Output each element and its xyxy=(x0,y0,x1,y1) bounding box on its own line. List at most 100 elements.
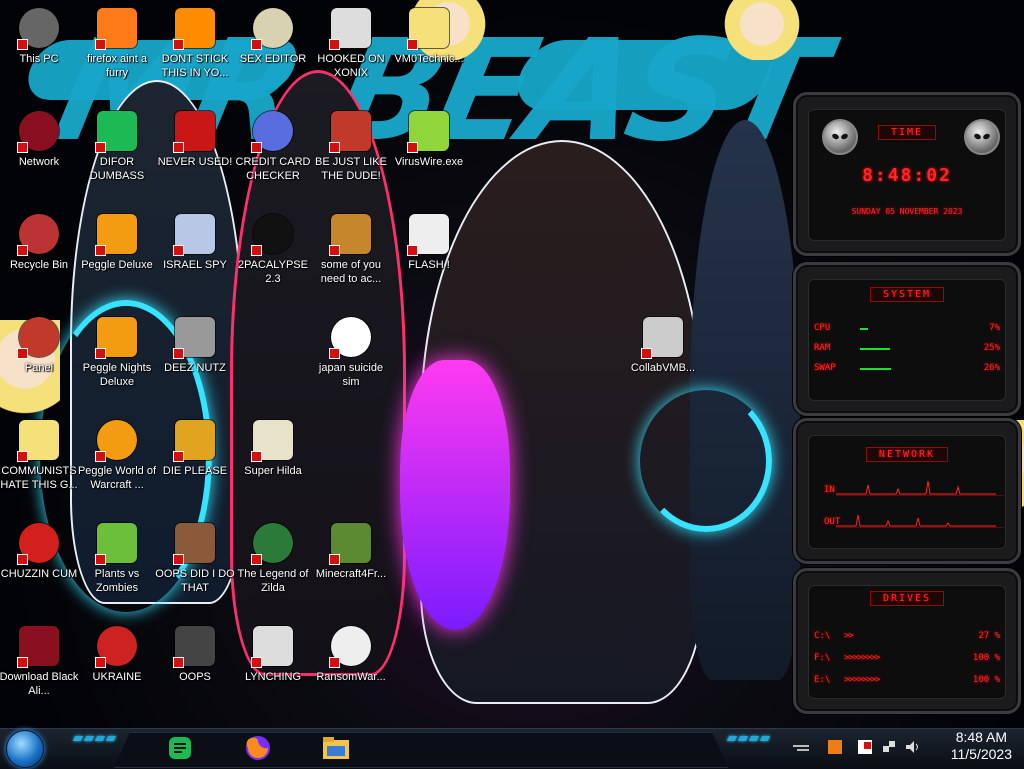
network-globe-icon xyxy=(17,111,59,153)
desktop-icon[interactable]: Panel xyxy=(0,309,78,405)
firefox-glyph xyxy=(246,736,270,760)
desktop-icon[interactable]: Recycle Bin xyxy=(0,206,78,302)
lime-icon xyxy=(407,111,449,153)
desktop-icon[interactable]: OOPS xyxy=(156,618,234,714)
volume-icon[interactable] xyxy=(904,738,922,756)
de-icon xyxy=(173,420,215,462)
gadget-title: SYSTEM xyxy=(869,287,945,302)
desktop-icon-label: some of you need to ac... xyxy=(320,259,382,285)
update-icon[interactable] xyxy=(826,738,844,756)
network-icon[interactable] xyxy=(880,738,898,756)
desktop-icon-label: Recycle Bin xyxy=(9,259,69,271)
meter-label: RAM xyxy=(814,343,831,353)
messenger-app-icon[interactable] xyxy=(162,731,198,765)
shortcut-arrow-icon xyxy=(641,348,652,359)
desktop-icon-label: The Legend of Zilda xyxy=(237,568,309,594)
desktop-icon[interactable]: HOOKED ON XONIX xyxy=(312,0,390,96)
desktop-icon-label: COMMUNISTS HATE THIS G... xyxy=(0,465,78,491)
desktop-icon[interactable]: ISRAEL SPY xyxy=(156,206,234,302)
drives-gadget[interactable]: DRIVES C:\ >> 27 % F:\ >>>>>>>> 100 % E:\ >>>>>… xyxy=(793,568,1021,714)
drive-value: 100 % xyxy=(972,653,1000,663)
desktop-icon[interactable]: VirusWire.exe xyxy=(390,103,468,199)
desktop-icon-label: japan suicide sim xyxy=(318,362,384,388)
gadget-clock: 8:48:02 xyxy=(862,165,952,186)
terminal-icon xyxy=(251,214,293,256)
desktop-icon[interactable]: Plants vs Zombies xyxy=(78,515,156,611)
desktop-icon[interactable]: DIFOR DUMBASS xyxy=(78,103,156,199)
desktop-icon[interactable]: Peggle Deluxe xyxy=(78,206,156,302)
desktop-icon[interactable]: CHUZZIN CUM xyxy=(0,515,78,611)
desktop-icon[interactable]: BE JUST LIKE THE DUDE! xyxy=(312,103,390,199)
desktop-icon[interactable]: Network xyxy=(0,103,78,199)
skull-icon xyxy=(329,626,371,668)
desktop-icon[interactable]: DIE PLEASE xyxy=(156,412,234,508)
desktop-icon-label: BE JUST LIKE THE DUDE! xyxy=(315,156,387,182)
desktop-icon[interactable]: DONT STICK THIS IN YO... xyxy=(156,0,234,96)
desktop-icon-label: CHUZZIN CUM xyxy=(0,568,78,580)
taskbar-decoration xyxy=(726,736,771,744)
taskbar-clock[interactable]: 8:48 AM 11/5/2023 xyxy=(951,729,1012,763)
star-character-icon xyxy=(407,8,449,50)
system-gadget[interactable]: SYSTEM CPU 7% RAM 25% SWAP 26% xyxy=(793,262,1021,416)
desktop-icon[interactable]: SEX EDITOR xyxy=(234,0,312,96)
desktop-icon[interactable]: Minecraft4Fr... xyxy=(312,515,390,611)
desktop-icon[interactable]: CREDIT CARD CHECKER xyxy=(234,103,312,199)
time-gadget[interactable]: TIME 8:48:02 SUNDAY 05 NOVEMBER 2023 xyxy=(793,92,1021,256)
desktop-icon[interactable]: COMMUNISTS HATE THIS G... xyxy=(0,412,78,508)
shortcut-arrow-icon xyxy=(17,451,28,462)
file-explorer-glyph xyxy=(323,737,349,759)
flag-icon[interactable] xyxy=(856,738,874,756)
start-button[interactable] xyxy=(6,730,44,768)
desktop-icon[interactable]: Peggle World of Warcraft ... xyxy=(78,412,156,508)
desktop-icon[interactable]: Peggle Nights Deluxe xyxy=(78,309,156,405)
desktop-icon[interactable]: FLASH ! xyxy=(390,206,468,302)
star-butterfly-icon xyxy=(17,420,59,462)
desktop-icon[interactable]: Super Hilda xyxy=(234,412,312,508)
desktop-icon[interactable]: some of you need to ac... xyxy=(312,206,390,302)
meter-value: 7% xyxy=(989,323,1000,333)
network-gadget[interactable]: NETWORK IN OUT xyxy=(793,418,1021,564)
desktop-icon-label: DEEZ NUTZ xyxy=(164,362,226,374)
desktop-icon[interactable]: RansomWar... xyxy=(312,618,390,714)
gadget-title: NETWORK xyxy=(865,447,949,462)
desktop-icon[interactable]: VM0Technic... xyxy=(390,0,468,96)
desktop-icon[interactable]: japan suicide sim xyxy=(312,309,390,405)
shortcut-arrow-icon xyxy=(17,554,28,565)
desktop-icon[interactable]: OOPS DID I DO THAT xyxy=(155,515,235,611)
santa-icon xyxy=(329,111,371,153)
desktop-icon[interactable]: This PC xyxy=(0,0,78,96)
collabvm-icon xyxy=(641,317,683,359)
desktop-icon-label: OOPS DID I DO THAT xyxy=(155,568,235,594)
shortcut-arrow-icon xyxy=(95,348,106,359)
dog-icon xyxy=(329,214,371,256)
vlc-cone-icon xyxy=(173,8,215,50)
oops-icon xyxy=(173,626,215,668)
desktop-icon[interactable]: CollabVMB... xyxy=(624,309,702,405)
desktop-icon[interactable]: LYNCHING xyxy=(234,618,312,714)
system-meter-row: RAM 25% xyxy=(814,343,1000,357)
desktop-icon-label: FLASH ! xyxy=(408,259,450,271)
desktop-icon-label: DIFOR DUMBASS xyxy=(89,156,145,182)
zelda-icon xyxy=(251,523,293,565)
shortcut-arrow-icon xyxy=(173,245,184,256)
desktop-icon[interactable]: Download Black Ali... xyxy=(0,618,78,714)
show-hidden-icons[interactable] xyxy=(792,738,810,756)
file-explorer-icon[interactable] xyxy=(318,731,354,765)
shortcut-arrow-icon xyxy=(329,142,340,153)
shortcut-arrow-icon xyxy=(95,142,106,153)
desktop-icon[interactable]: DEEZ NUTZ xyxy=(156,309,234,405)
desktop-icon[interactable]: 2PACALYPSE 2.3 xyxy=(234,206,312,302)
desktop-icon[interactable]: NEVER USED! xyxy=(156,103,234,199)
firefox-icon[interactable] xyxy=(240,731,276,765)
document-icon xyxy=(329,317,371,359)
desktop-icon[interactable]: UKRAINE xyxy=(78,618,156,714)
desktop-icon-label: NEVER USED! xyxy=(157,156,233,168)
credit-card-icon xyxy=(251,111,293,153)
shortcut-arrow-icon xyxy=(173,348,184,359)
shortcut-arrow-icon xyxy=(407,142,418,153)
desktop-icon[interactable]: The Legend of Zilda xyxy=(234,515,312,611)
taskbar-app-strip xyxy=(114,732,728,768)
drive-row: F:\ >>>>>>>> 100 % xyxy=(814,653,1000,667)
desktop-icon[interactable]: firefox aint a furry xyxy=(78,0,156,96)
desktop-icon-label: SEX EDITOR xyxy=(239,53,307,65)
